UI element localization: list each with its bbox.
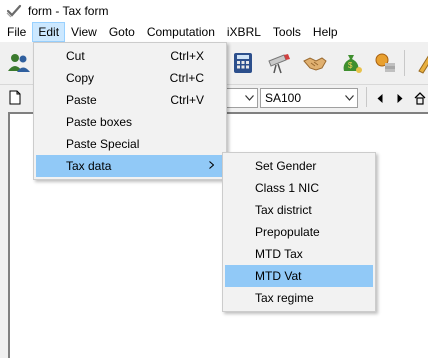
users-icon[interactable]: [4, 48, 34, 78]
menu-edit[interactable]: Edit: [32, 22, 66, 42]
form-icon: [6, 3, 22, 19]
menu-item-cut[interactable]: Cut Ctrl+X: [36, 45, 224, 67]
menu-item-label: Tax data: [66, 159, 112, 173]
menu-bar: File Edit View Goto Computation iXBRL To…: [0, 22, 428, 42]
window-title: form - Tax form: [28, 4, 109, 18]
section-combo[interactable]: [226, 88, 258, 108]
menu-item-label: Tax regime: [255, 291, 314, 305]
menu-item-label: Paste boxes: [66, 115, 133, 129]
next-icon[interactable]: [392, 89, 408, 107]
shortcut-label: Ctrl+V: [170, 93, 204, 107]
tax-data-submenu: Set Gender Class 1 NIC Tax district Prep…: [222, 152, 376, 312]
chevron-down-icon: [241, 89, 257, 107]
menu-item-paste-boxes[interactable]: Paste boxes: [36, 111, 224, 133]
menu-item-tax-data[interactable]: Tax data: [36, 155, 224, 177]
menu-goto[interactable]: Goto: [103, 22, 141, 42]
menu-item-label: Paste Special: [66, 137, 140, 151]
submenu-item-tax-district[interactable]: Tax district: [225, 199, 373, 221]
menu-item-label: Cut: [66, 49, 85, 63]
toolbar-separator: [366, 87, 367, 107]
menu-item-label: MTD Vat: [255, 269, 302, 283]
menu-item-label: Tax district: [255, 203, 312, 217]
submenu-item-mtd-tax[interactable]: MTD Tax: [225, 243, 373, 265]
svg-text:$: $: [348, 61, 353, 70]
coins-icon[interactable]: [370, 48, 400, 78]
menu-item-paste[interactable]: Paste Ctrl+V: [36, 89, 224, 111]
money-bag-icon[interactable]: $: [336, 48, 366, 78]
telescope-icon[interactable]: [264, 48, 294, 78]
menu-item-label: Prepopulate: [255, 225, 320, 239]
new-document-icon[interactable]: [6, 85, 24, 109]
app-window: form - Tax form File Edit View Goto Comp…: [0, 0, 428, 358]
menu-item-label: Set Gender: [255, 159, 317, 173]
submenu-item-tax-regime[interactable]: Tax regime: [225, 287, 373, 309]
menu-item-copy[interactable]: Copy Ctrl+C: [36, 67, 224, 89]
submenu-item-class-1-nic[interactable]: Class 1 NIC: [225, 177, 373, 199]
chevron-right-icon: [209, 155, 215, 177]
menu-computation[interactable]: Computation: [141, 22, 221, 42]
pencil-icon[interactable]: [410, 48, 428, 78]
menu-ixbrl[interactable]: iXBRL: [221, 22, 267, 42]
edit-menu: Cut Ctrl+X Copy Ctrl+C Paste Ctrl+V Past…: [33, 42, 227, 180]
submenu-item-set-gender[interactable]: Set Gender: [225, 155, 373, 177]
home-icon[interactable]: [412, 89, 428, 107]
shortcut-label: Ctrl+X: [170, 49, 204, 63]
menu-item-label: Class 1 NIC: [255, 181, 320, 195]
form-combo[interactable]: SA100: [260, 88, 358, 108]
menu-item-paste-special[interactable]: Paste Special: [36, 133, 224, 155]
handshake-icon[interactable]: [300, 48, 330, 78]
chevron-down-icon: [341, 89, 357, 107]
menu-tools[interactable]: Tools: [267, 22, 307, 42]
menu-view[interactable]: View: [65, 22, 103, 42]
menu-item-label: Copy: [66, 71, 95, 85]
submenu-item-prepopulate[interactable]: Prepopulate: [225, 221, 373, 243]
menu-item-label: MTD Tax: [255, 247, 303, 261]
previous-icon[interactable]: [372, 89, 388, 107]
menu-help[interactable]: Help: [307, 22, 344, 42]
calculator-icon[interactable]: [228, 48, 258, 78]
toolbar-separator: [404, 50, 405, 76]
title-bar: form - Tax form: [0, 0, 428, 22]
submenu-item-mtd-vat[interactable]: MTD Vat: [225, 265, 373, 287]
menu-item-label: Paste: [66, 93, 97, 107]
form-combo-value: SA100: [265, 91, 302, 105]
shortcut-label: Ctrl+C: [169, 71, 204, 85]
menu-file[interactable]: File: [0, 22, 32, 42]
